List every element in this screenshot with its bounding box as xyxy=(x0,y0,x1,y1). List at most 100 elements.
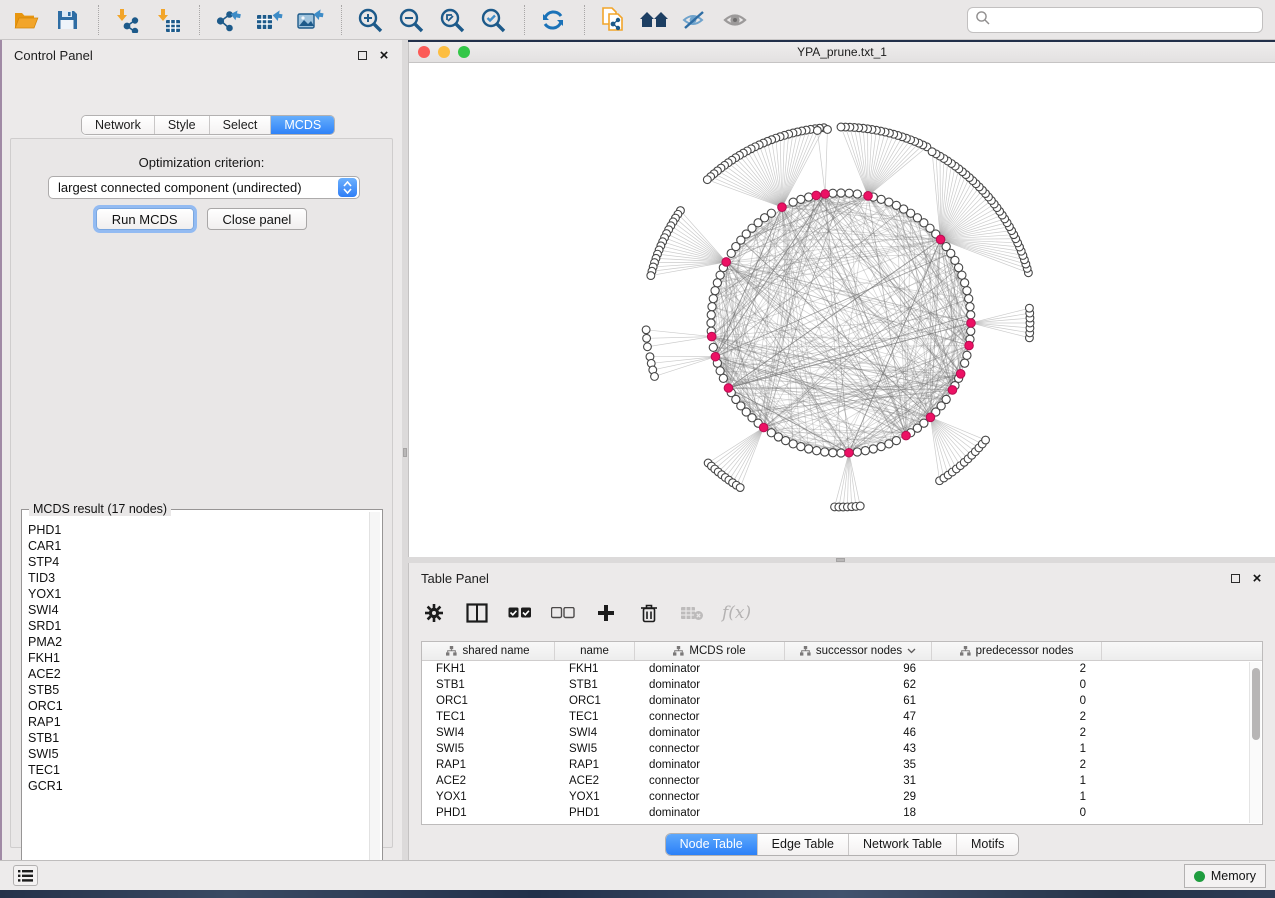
graph-node-selected[interactable] xyxy=(724,384,733,393)
graph-node[interactable] xyxy=(1026,304,1034,312)
graph-node[interactable] xyxy=(942,242,950,250)
zoom-in-icon[interactable] xyxy=(354,4,386,36)
graph-node-selected[interactable] xyxy=(926,413,935,422)
graph-node[interactable] xyxy=(856,502,864,510)
column-header-name[interactable]: name xyxy=(555,642,635,660)
graph-node[interactable] xyxy=(961,279,969,287)
table-row[interactable]: STB1STB1dominator620 xyxy=(422,677,1262,693)
save-session-icon[interactable] xyxy=(51,4,83,36)
mcds-result-item[interactable]: YOX1 xyxy=(24,586,368,602)
tab-motifs[interactable]: Motifs xyxy=(956,834,1018,855)
select-all-icon[interactable] xyxy=(507,600,533,626)
graph-node[interactable] xyxy=(829,449,837,457)
tab-mcds[interactable]: MCDS xyxy=(270,116,334,134)
graph-node[interactable] xyxy=(837,189,845,197)
mcds-result-item[interactable]: STP4 xyxy=(24,554,368,570)
graph-node[interactable] xyxy=(861,447,869,455)
graph-node[interactable] xyxy=(967,311,975,319)
mcds-result-item[interactable]: PHD1 xyxy=(24,522,368,538)
graph-node-selected[interactable] xyxy=(936,235,945,244)
table-row[interactable]: ORC1ORC1dominator610 xyxy=(422,693,1262,709)
close-window-icon[interactable] xyxy=(418,46,430,58)
table-row[interactable]: TEC1TEC1connector472 xyxy=(422,709,1262,725)
graph-node[interactable] xyxy=(713,279,721,287)
mcds-result-item[interactable]: TEC1 xyxy=(24,762,368,778)
graph-node-selected[interactable] xyxy=(821,190,830,199)
graph-node[interactable] xyxy=(805,193,813,201)
search-field[interactable] xyxy=(967,7,1263,33)
float-panel-icon[interactable] xyxy=(1227,570,1243,586)
mcds-list-scrollbar[interactable] xyxy=(369,512,380,876)
graph-node-selected[interactable] xyxy=(707,332,716,341)
graph-node[interactable] xyxy=(961,359,969,367)
close-panel-icon[interactable]: × xyxy=(376,47,392,63)
column-header-predecessor-nodes[interactable]: predecessor nodes xyxy=(932,642,1102,660)
mcds-result-item[interactable]: TID3 xyxy=(24,570,368,586)
memory-button[interactable]: Memory xyxy=(1184,864,1266,888)
graph-node[interactable] xyxy=(703,176,711,184)
graph-node[interactable] xyxy=(821,448,829,456)
graph-node[interactable] xyxy=(789,440,797,448)
graph-node[interactable] xyxy=(837,123,845,131)
graph-node[interactable] xyxy=(789,198,797,206)
graph-node[interactable] xyxy=(920,419,928,427)
graph-node[interactable] xyxy=(837,449,845,457)
hide-selected-icon[interactable] xyxy=(679,4,711,36)
tab-network-table[interactable]: Network Table xyxy=(848,834,956,855)
criterion-dropdown[interactable]: largest connected component (undirected) xyxy=(48,176,360,199)
graph-node[interactable] xyxy=(719,374,727,382)
graph-node-selected[interactable] xyxy=(759,423,768,432)
mcds-result-item[interactable]: RAP1 xyxy=(24,714,368,730)
close-panel-button[interactable]: Close panel xyxy=(207,208,308,230)
mcds-result-item[interactable]: ACE2 xyxy=(24,666,368,682)
table-row[interactable]: YOX1YOX1connector291 xyxy=(422,789,1262,805)
import-table-icon[interactable] xyxy=(152,4,184,36)
graph-node[interactable] xyxy=(709,343,717,351)
export-image-icon[interactable] xyxy=(294,4,326,36)
graph-node[interactable] xyxy=(877,195,885,203)
export-network-icon[interactable] xyxy=(212,4,244,36)
graph-node[interactable] xyxy=(813,127,821,135)
show-all-icon[interactable] xyxy=(720,4,752,36)
graph-node-selected[interactable] xyxy=(864,192,873,201)
mcds-result-item[interactable]: SRD1 xyxy=(24,618,368,634)
tab-node-table[interactable]: Node Table xyxy=(666,834,757,855)
graph-node[interactable] xyxy=(885,198,893,206)
graph-node[interactable] xyxy=(967,327,975,335)
graph-node-selected[interactable] xyxy=(956,369,965,378)
graph-node[interactable] xyxy=(829,189,837,197)
table-scrollbar-thumb[interactable] xyxy=(1252,668,1260,740)
graph-node[interactable] xyxy=(709,295,717,303)
graph-node-selected[interactable] xyxy=(711,352,720,361)
graph-node[interactable] xyxy=(707,319,715,327)
graph-node-selected[interactable] xyxy=(778,203,787,212)
column-header-successor-nodes[interactable]: successor nodes xyxy=(785,642,932,660)
mcds-result-item[interactable]: GCR1 xyxy=(24,778,368,794)
graph-node[interactable] xyxy=(942,395,950,403)
table-settings-gear-icon[interactable] xyxy=(421,600,447,626)
minimize-window-icon[interactable] xyxy=(438,46,450,58)
graph-node[interactable] xyxy=(853,190,861,198)
graph-node-selected[interactable] xyxy=(967,319,976,328)
graph-node[interactable] xyxy=(813,447,821,455)
export-table-icon[interactable] xyxy=(253,4,285,36)
table-scrollbar[interactable] xyxy=(1249,662,1261,823)
graph-node[interactable] xyxy=(797,443,805,451)
refresh-layout-icon[interactable] xyxy=(537,4,569,36)
network-canvas[interactable] xyxy=(409,63,1275,557)
graph-node[interactable] xyxy=(642,326,650,334)
mcds-result-item[interactable]: SWI4 xyxy=(24,602,368,618)
tab-network[interactable]: Network xyxy=(82,116,154,134)
mcds-result-item[interactable]: FKH1 xyxy=(24,650,368,666)
graph-node[interactable] xyxy=(966,303,974,311)
graph-node[interactable] xyxy=(928,148,936,156)
maximize-window-icon[interactable] xyxy=(458,46,470,58)
show-column-panel-icon[interactable] xyxy=(464,600,490,626)
graph-node-selected[interactable] xyxy=(965,341,974,350)
tab-select[interactable]: Select xyxy=(209,116,271,134)
graph-node[interactable] xyxy=(797,195,805,203)
run-mcds-button[interactable]: Run MCDS xyxy=(96,208,194,230)
add-column-icon[interactable] xyxy=(593,600,619,626)
import-network-icon[interactable] xyxy=(111,4,143,36)
zoom-fit-icon[interactable] xyxy=(436,4,468,36)
